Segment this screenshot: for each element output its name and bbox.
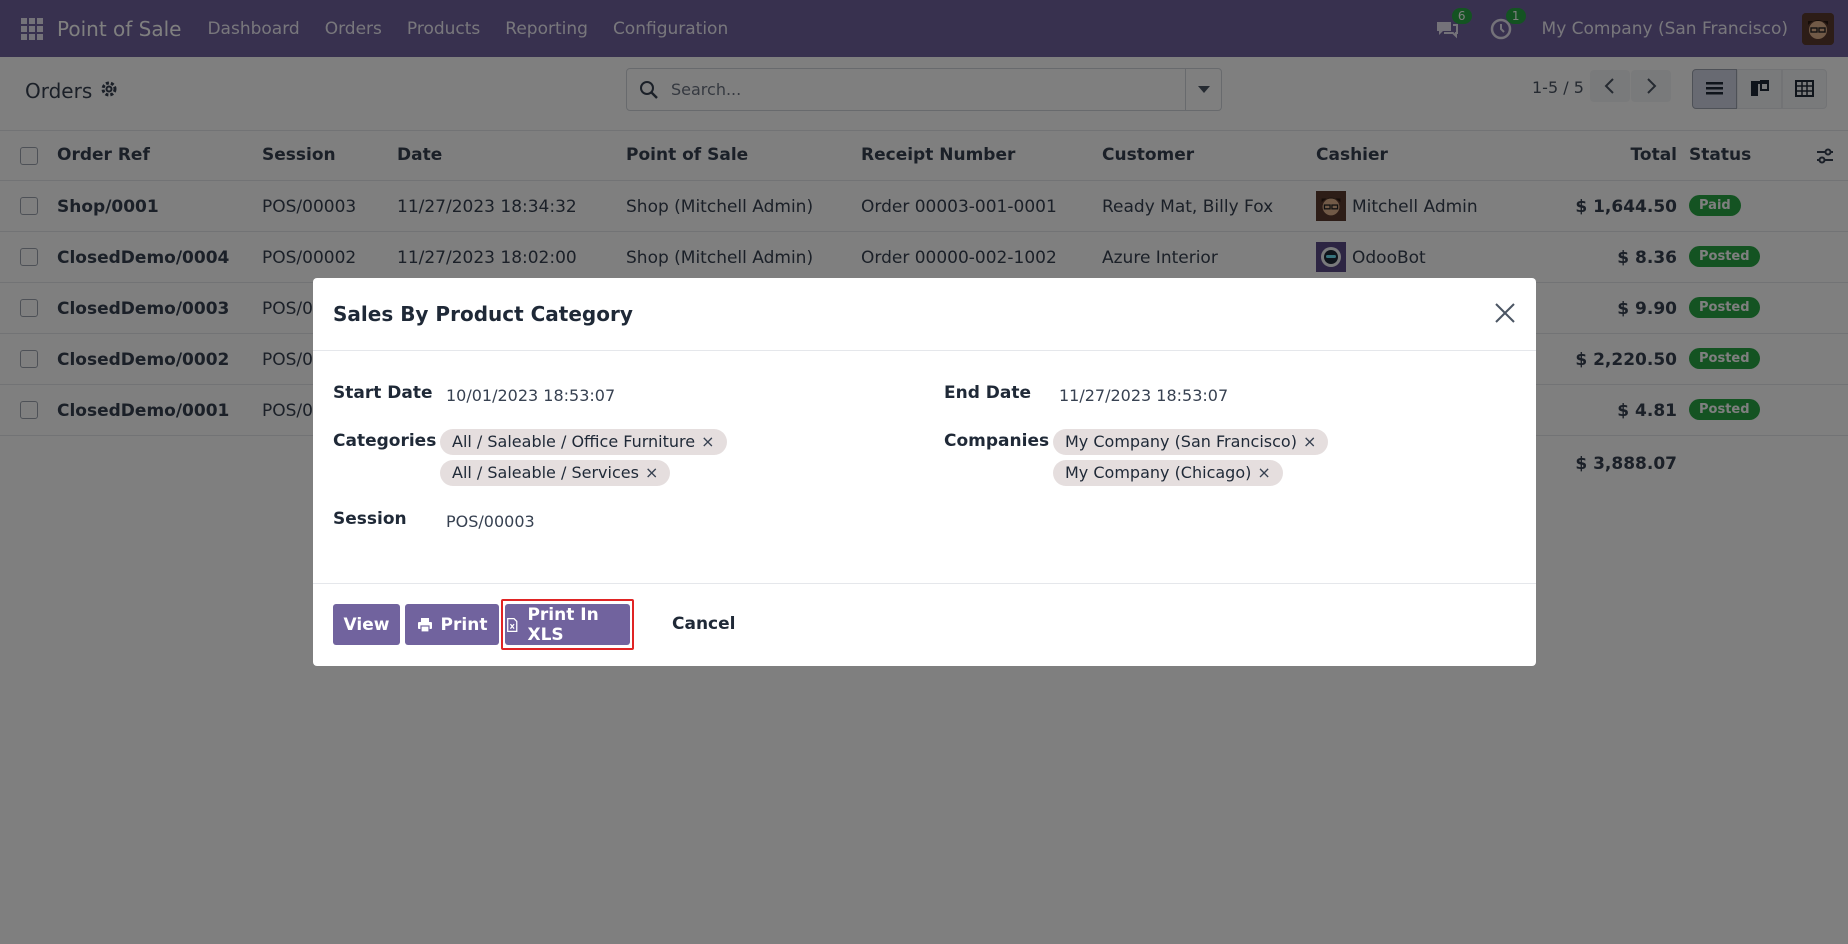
- category-tag[interactable]: All / Saleable / Services ×: [440, 460, 671, 486]
- sales-by-category-dialog: Sales By Product Category Start Date 10/…: [313, 278, 1536, 666]
- cancel-button[interactable]: Cancel: [672, 614, 735, 634]
- companies-label: Companies: [944, 431, 1050, 451]
- remove-tag-icon[interactable]: ×: [645, 463, 658, 482]
- session-field[interactable]: POS/00003: [446, 512, 535, 531]
- dialog-title: Sales By Product Category: [333, 302, 633, 326]
- view-button[interactable]: View: [333, 604, 400, 645]
- categories-label: Categories: [333, 431, 437, 451]
- end-date-field[interactable]: 11/27/2023 18:53:07: [1059, 386, 1228, 405]
- print-xls-button-label: Print In XLS: [527, 604, 599, 645]
- view-button-label: View: [343, 614, 390, 635]
- dialog-footer: View Print Print In XLS Cancel: [313, 583, 1536, 666]
- session-label: Session: [333, 509, 407, 529]
- print-button[interactable]: Print: [405, 604, 499, 645]
- excel-file-icon: [507, 617, 518, 632]
- company-tag[interactable]: My Company (San Francisco) ×: [1053, 429, 1329, 455]
- print-button-label: Print: [440, 614, 488, 635]
- category-tag-label: All / Saleable / Office Furniture: [452, 432, 696, 451]
- print-xls-button[interactable]: Print In XLS: [505, 604, 630, 645]
- end-date-label: End Date: [944, 383, 1032, 403]
- printer-icon: [417, 617, 432, 633]
- company-tag-label: My Company (Chicago): [1065, 463, 1252, 482]
- dialog-header: Sales By Product Category: [313, 278, 1536, 351]
- start-date-field[interactable]: 10/01/2023 18:53:07: [446, 386, 615, 405]
- category-tag-label: All / Saleable / Services: [452, 463, 639, 482]
- start-date-label: Start Date: [333, 383, 433, 403]
- remove-tag-icon[interactable]: ×: [1303, 432, 1316, 451]
- close-icon[interactable]: [1492, 300, 1518, 326]
- company-tag-label: My Company (San Francisco): [1065, 432, 1297, 451]
- remove-tag-icon[interactable]: ×: [701, 432, 714, 451]
- company-tag[interactable]: My Company (Chicago) ×: [1053, 460, 1283, 486]
- category-tag[interactable]: All / Saleable / Office Furniture ×: [440, 429, 727, 455]
- remove-tag-icon[interactable]: ×: [1257, 463, 1270, 482]
